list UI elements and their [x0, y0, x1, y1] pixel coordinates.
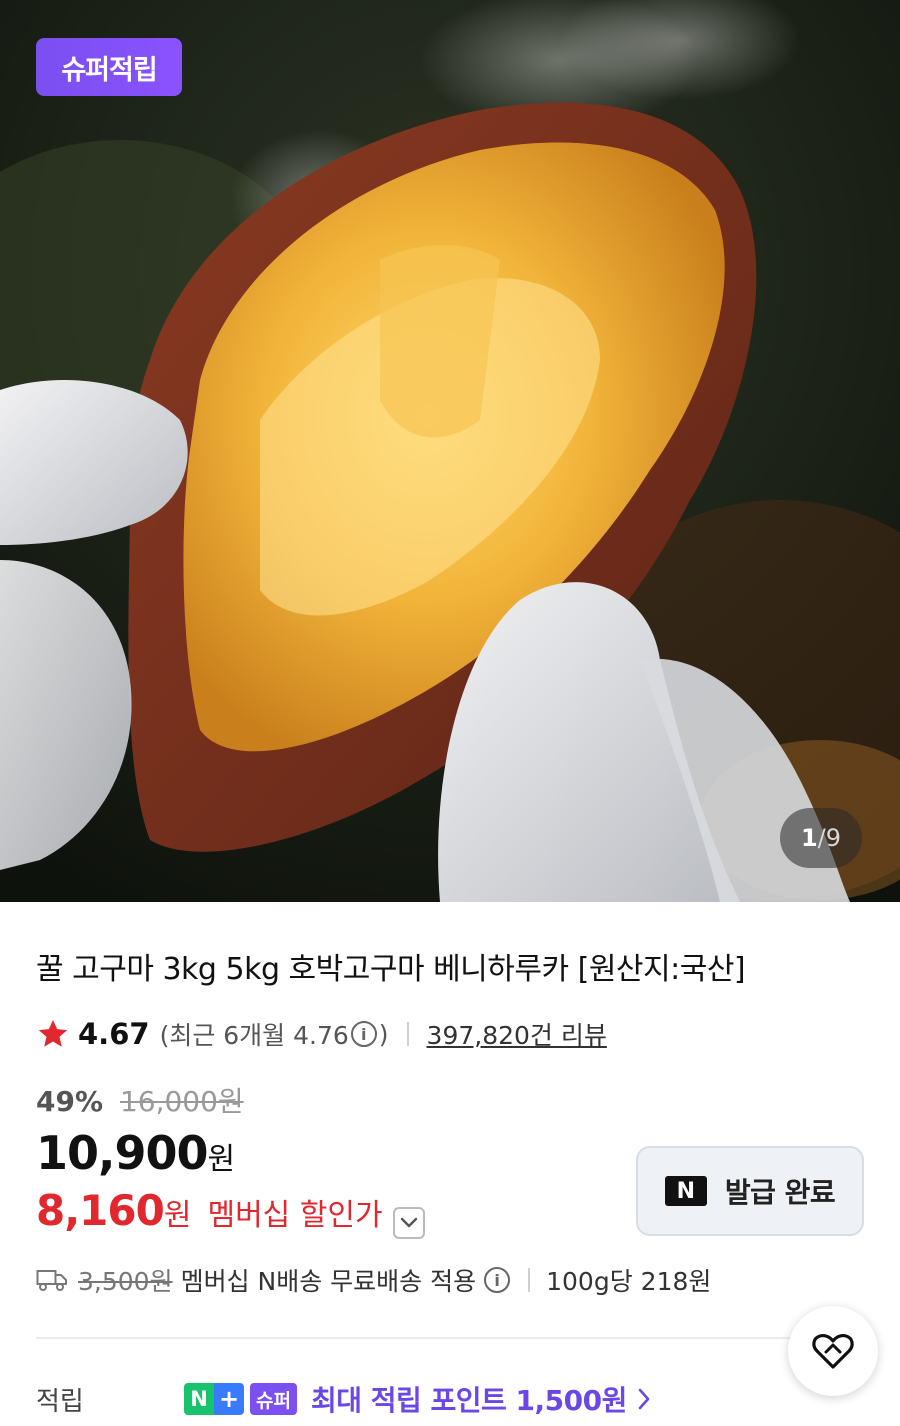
rating-row: 4.67 (최근 6개월 4.76 i ) 397,820건 리뷰: [36, 1014, 607, 1054]
sale-price-unit: 원: [207, 1142, 236, 1177]
super-reward-badge: 슈퍼적립: [36, 38, 182, 96]
discount-row: 49% 16,000원: [36, 1080, 244, 1120]
points-row: 적립 N + 슈퍼 최대 적립 포인트 1,500원: [36, 1378, 651, 1420]
membership-price-unit: 원: [163, 1198, 192, 1233]
membership-price-label: 멤버십 할인가: [207, 1198, 383, 1233]
coupon-label: 발급 완료: [724, 1176, 836, 1209]
divider: [528, 1268, 531, 1292]
plus-badge: +: [214, 1383, 244, 1415]
naver-plus-badge: N +: [184, 1383, 244, 1415]
shipping-text: 멤버십 N배송 무료배송 적용: [180, 1267, 477, 1296]
points-label: 적립: [36, 1386, 84, 1417]
sale-price: 10,900원: [36, 1126, 235, 1180]
chevron-right-icon[interactable]: [637, 1387, 651, 1411]
recent-rating-close: ): [378, 1019, 389, 1049]
coupon-issued-button[interactable]: N 발급 완료: [636, 1146, 864, 1236]
recent-rating: (최근 6개월 4.76 i ): [160, 1016, 389, 1052]
truck-icon: [36, 1270, 67, 1291]
shipping-row: 3,500원 멤버십 N배송 무료배송 적용 i 100g당 218원: [36, 1260, 711, 1300]
page-current: 1: [800, 824, 818, 852]
rating-value: 4.67: [78, 1017, 150, 1051]
discount-rate: 49%: [36, 1085, 104, 1118]
star-icon: [38, 1019, 68, 1047]
membership-price-number: 8,160: [36, 1186, 165, 1235]
review-count-link[interactable]: 397,820건 리뷰: [427, 1016, 607, 1052]
image-page-indicator: 1 / 9: [780, 808, 862, 868]
product-image[interactable]: 슈퍼적립 1 / 9: [0, 0, 900, 902]
shipping-fee: 3,500원: [78, 1267, 173, 1296]
chevron-down-icon: [400, 1217, 417, 1228]
roasted-sweet-potato-photo: [0, 0, 900, 902]
page-total: 9: [825, 824, 842, 852]
recent-rating-text: (최근 6개월 4.76: [159, 1021, 349, 1050]
unit-price: 100g당 218원: [546, 1267, 712, 1296]
membership-price-expand-button[interactable]: [392, 1207, 425, 1239]
info-icon[interactable]: i: [350, 1021, 377, 1047]
super-badge: 슈퍼: [250, 1383, 297, 1415]
product-title: 꿀 고구마 3kg 5kg 호박고구마 베니하루카 [원산지:국산]: [36, 952, 746, 987]
divider: [406, 1022, 409, 1046]
sale-price-number: 10,900: [36, 1126, 209, 1180]
page-separator: /: [817, 824, 826, 852]
shipping-info-icon[interactable]: i: [484, 1267, 511, 1293]
max-points-link[interactable]: 최대 적립 포인트 1,500원: [311, 1379, 627, 1419]
wishlist-button[interactable]: [788, 1306, 878, 1396]
heart-icon: [812, 1333, 854, 1369]
membership-price: 8,160 원 멤버십 할인가: [36, 1186, 425, 1239]
n-badge: N: [184, 1383, 214, 1415]
naver-n-icon: N: [664, 1176, 707, 1206]
original-price: 16,000원: [119, 1085, 244, 1118]
section-divider: [36, 1337, 864, 1339]
